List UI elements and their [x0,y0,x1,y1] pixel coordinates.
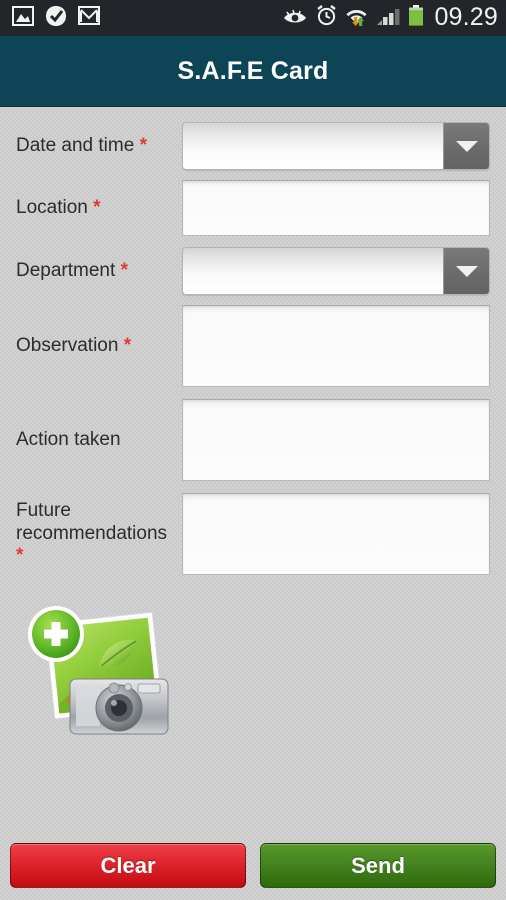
department-dropdown-button[interactable] [443,248,489,294]
label-department-text: Department [16,259,116,281]
label-future-recommendations: Future recommendations * [16,500,182,567]
label-location-text: Location [16,196,88,218]
label-action-taken: Action taken [16,429,182,451]
department-spinner[interactable] [182,247,490,295]
required-marker-location: * [93,196,101,218]
label-observation: Observation * [16,335,182,357]
eye-icon [282,7,308,30]
wifi-data-icon [345,6,368,31]
plus-badge-icon [28,606,84,662]
field-wrap-future-recommendations [182,493,490,575]
form-row-department: Department * [0,241,506,301]
form-row-action-taken: Action taken [0,396,506,484]
future-recommendations-input[interactable] [182,493,490,575]
field-wrap-observation [182,305,490,387]
date-and-time-spinner-value [183,123,443,169]
image-icon [12,5,34,31]
clear-button[interactable]: Clear [10,843,246,888]
date-and-time-spinner[interactable] [182,122,490,170]
field-wrap-action-taken [182,399,490,481]
form-row-future-recommendations: Future recommendations * [0,490,506,578]
field-wrap-department [182,247,490,295]
observation-input[interactable] [182,305,490,387]
safe-card-form: Date and time * Location * Department * [0,116,506,578]
chevron-down-icon [455,265,478,277]
app-title-bar: S.A.F.E Card [0,36,506,107]
signal-bars-icon [376,6,400,31]
status-bar: 09.29 [0,0,506,36]
form-row-date-and-time: Date and time * [0,116,506,176]
field-wrap-date-and-time [182,122,490,170]
action-taken-input[interactable] [182,399,490,481]
check-circle-icon [45,5,67,32]
action-button-bar: Clear Send [0,843,506,888]
gmail-icon [78,6,100,30]
page-title: S.A.F.E Card [177,57,329,85]
required-marker-observation: * [123,334,132,356]
required-marker-department: * [120,259,128,281]
location-input[interactable] [182,180,490,236]
send-button[interactable]: Send [260,843,496,888]
department-spinner-value [183,248,443,294]
status-bar-clock: 09.29 [434,2,498,31]
date-and-time-dropdown-button[interactable] [443,123,489,169]
label-action-taken-text: Action taken [16,428,121,450]
required-marker-date-and-time: * [139,134,147,156]
label-date-and-time: Date and time * [16,135,182,157]
add-photo-button[interactable] [22,600,178,740]
status-bar-right-icons: 09.29 [282,2,498,32]
label-future-recommendations-text: Future recommendations [16,500,168,544]
chevron-down-icon [455,140,478,152]
alarm-clock-icon [316,5,337,31]
status-bar-left-icons [12,5,100,32]
required-marker-future-recommendations: * [16,545,24,567]
label-department: Department * [16,260,182,282]
label-location: Location * [16,197,182,219]
label-date-and-time-text: Date and time [16,134,135,156]
label-observation-text: Observation [16,334,119,356]
field-wrap-location [182,180,490,236]
form-row-observation: Observation * [0,302,506,390]
camera-icon [69,678,169,735]
battery-icon [408,5,424,31]
form-row-location: Location * [0,176,506,240]
